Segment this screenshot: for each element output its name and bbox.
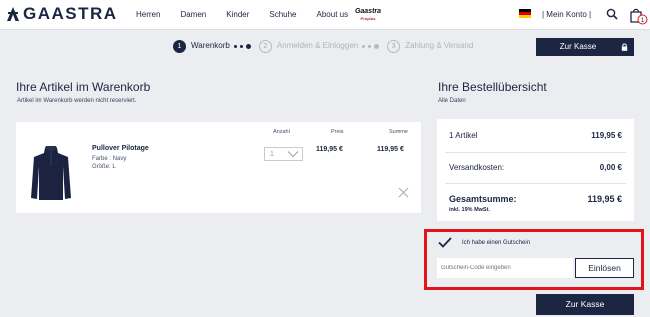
site-header: GAASTRA Herren Damen Kinder Schuhe About… <box>0 0 650 30</box>
step-1-number: 1 <box>173 39 186 53</box>
product-name[interactable]: Pullover Pilotage <box>92 145 149 153</box>
shipping-label: Versandkosten: <box>449 163 505 172</box>
quantity-value: 1 <box>270 151 274 158</box>
vat-note: inkl. 19% MwSt. <box>449 207 490 213</box>
gaastra-logo[interactable]: GAASTRA <box>6 5 118 23</box>
step-2-label: Anmelden & Einloggen <box>276 41 359 50</box>
cart-title: Ihre Artikel im Warenkorb <box>16 80 151 94</box>
product-image[interactable] <box>30 144 72 202</box>
logo-mark-icon <box>7 7 19 21</box>
summary-subtitle: Alle Daten <box>438 98 466 104</box>
item-price: 119,95 € <box>316 146 343 153</box>
checkout-button-bottom[interactable]: Zur Kasse <box>536 294 634 315</box>
step-2-number: 2 <box>258 39 272 53</box>
voucher-code-input[interactable] <box>437 258 573 278</box>
lock-icon <box>621 43 628 51</box>
voucher-checkbox-checkmark-icon[interactable] <box>438 237 452 248</box>
checkout-button-top-label: Zur Kasse <box>559 42 597 51</box>
step-3-label: Zahlung & Versand <box>405 41 474 50</box>
brand-name: GAASTRA <box>23 4 118 23</box>
divider <box>445 152 626 153</box>
column-header-qty: Anzahl <box>273 129 290 135</box>
cart-subtitle: Artikel im Warenkorb werden nicht reserv… <box>17 98 137 104</box>
divider <box>445 183 626 184</box>
redeem-voucher-button[interactable]: Einlösen <box>575 258 634 278</box>
voucher-checkbox-label[interactable]: Ich habe einen Gutschein <box>462 240 530 247</box>
product-size: Größe: L <box>92 164 116 170</box>
summary-row-items: 1 Artikel 119,95 € <box>449 131 622 141</box>
shopping-bag-icon[interactable]: 1 <box>629 6 649 26</box>
sub-brand-bottom: Proplus <box>360 16 376 21</box>
nav-item-damen[interactable]: Damen <box>180 10 206 20</box>
item-sum: 119,95 € <box>377 146 404 153</box>
summary-row-shipping: Versandkosten: 0,00 € <box>449 163 622 173</box>
sub-brand-top: Gaastra <box>354 8 382 15</box>
column-header-sum: Summe <box>389 129 408 135</box>
items-value: 119,95 € <box>591 131 622 140</box>
shipping-value: 0,00 € <box>599 163 622 172</box>
main-nav: Herren Damen Kinder Schuhe About us <box>136 10 368 20</box>
summary-title: Ihre Bestellübersicht <box>438 80 547 94</box>
chevron-down-icon <box>287 151 299 158</box>
step-1-label: Warenkorb <box>191 41 230 50</box>
step-connector <box>362 43 382 49</box>
nav-item-about-us[interactable]: About us <box>317 10 349 20</box>
order-summary-card: 1 Artikel 119,95 € Versandkosten: 0,00 €… <box>437 119 634 221</box>
my-account-link[interactable]: | Mein Konto | <box>542 10 591 20</box>
german-flag-icon[interactable] <box>519 9 531 18</box>
column-header-price: Preis <box>331 129 344 135</box>
total-value: 119,95 € <box>587 194 622 204</box>
step-3-number: 3 <box>387 39 401 53</box>
search-icon[interactable] <box>606 8 618 20</box>
summary-row-total: Gesamtsumme: 119,95 € <box>449 194 622 204</box>
step-connector <box>233 43 254 49</box>
gaastra-proplus-logo[interactable]: Gaastra Proplus <box>353 8 383 22</box>
nav-item-schuhe[interactable]: Schuhe <box>269 10 296 20</box>
total-label: Gesamtsumme: <box>449 194 517 204</box>
product-color: Farbe : Navy <box>92 156 127 162</box>
checkout-steps: 1 Warenkorb 2 Anmelden & Einloggen 3 Zah… <box>173 39 473 53</box>
remove-item-icon[interactable] <box>398 187 409 198</box>
nav-item-herren[interactable]: Herren <box>136 10 160 20</box>
quantity-select[interactable]: 1 <box>264 147 303 161</box>
checkout-button-top[interactable]: Zur Kasse <box>536 38 634 56</box>
nav-item-kinder[interactable]: Kinder <box>226 10 249 20</box>
items-label: 1 Artikel <box>449 131 478 140</box>
cart-item-card: Anzahl Preis Summe Pullover Pilotage Far… <box>16 122 421 213</box>
